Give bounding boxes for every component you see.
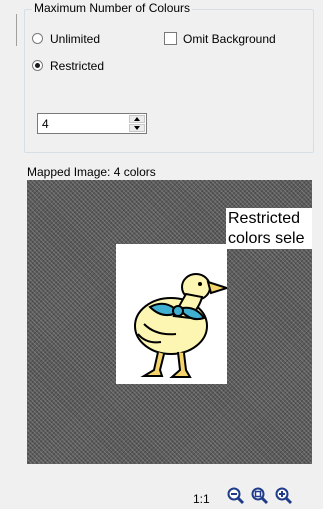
zoom-out-icon [227, 487, 245, 505]
mapped-image-thumbnail [116, 244, 231, 384]
omit-background-label[interactable]: Omit Background [183, 32, 276, 46]
tooltip-line-1: Restricted [228, 210, 301, 227]
unlimited-label[interactable]: Unlimited [50, 32, 100, 46]
max-colors-value[interactable]: 4 [42, 117, 49, 131]
panel-divider [16, 14, 17, 46]
omit-background-checkbox[interactable] [164, 32, 177, 45]
zoom-out-button[interactable] [226, 486, 246, 506]
zoom-level-label: 1:1 [193, 492, 210, 506]
unlimited-radio[interactable] [32, 33, 43, 44]
mapped-image-canvas[interactable]: Restricted colors sele [27, 180, 312, 464]
spin-buttons [129, 115, 145, 132]
duck-image [134, 273, 231, 378]
mapped-image-label: Mapped Image: 4 colors [27, 165, 156, 179]
zoom-in-icon [275, 487, 293, 505]
spin-down-button[interactable] [129, 124, 145, 132]
zoom-in-button[interactable] [274, 486, 294, 506]
zoom-fit-icon [251, 487, 269, 505]
zoom-fit-button[interactable] [250, 486, 270, 506]
tooltip-line-2: colors sele [228, 230, 305, 247]
restricted-label[interactable]: Restricted [50, 59, 104, 73]
spin-up-button[interactable] [129, 115, 145, 123]
max-colours-group-title: Maximum Number of Colours [32, 1, 193, 15]
restricted-radio[interactable] [32, 60, 43, 71]
max-colors-spinbox[interactable]: 4 [37, 113, 147, 134]
restricted-tooltip: Restricted colors sele [226, 208, 312, 249]
